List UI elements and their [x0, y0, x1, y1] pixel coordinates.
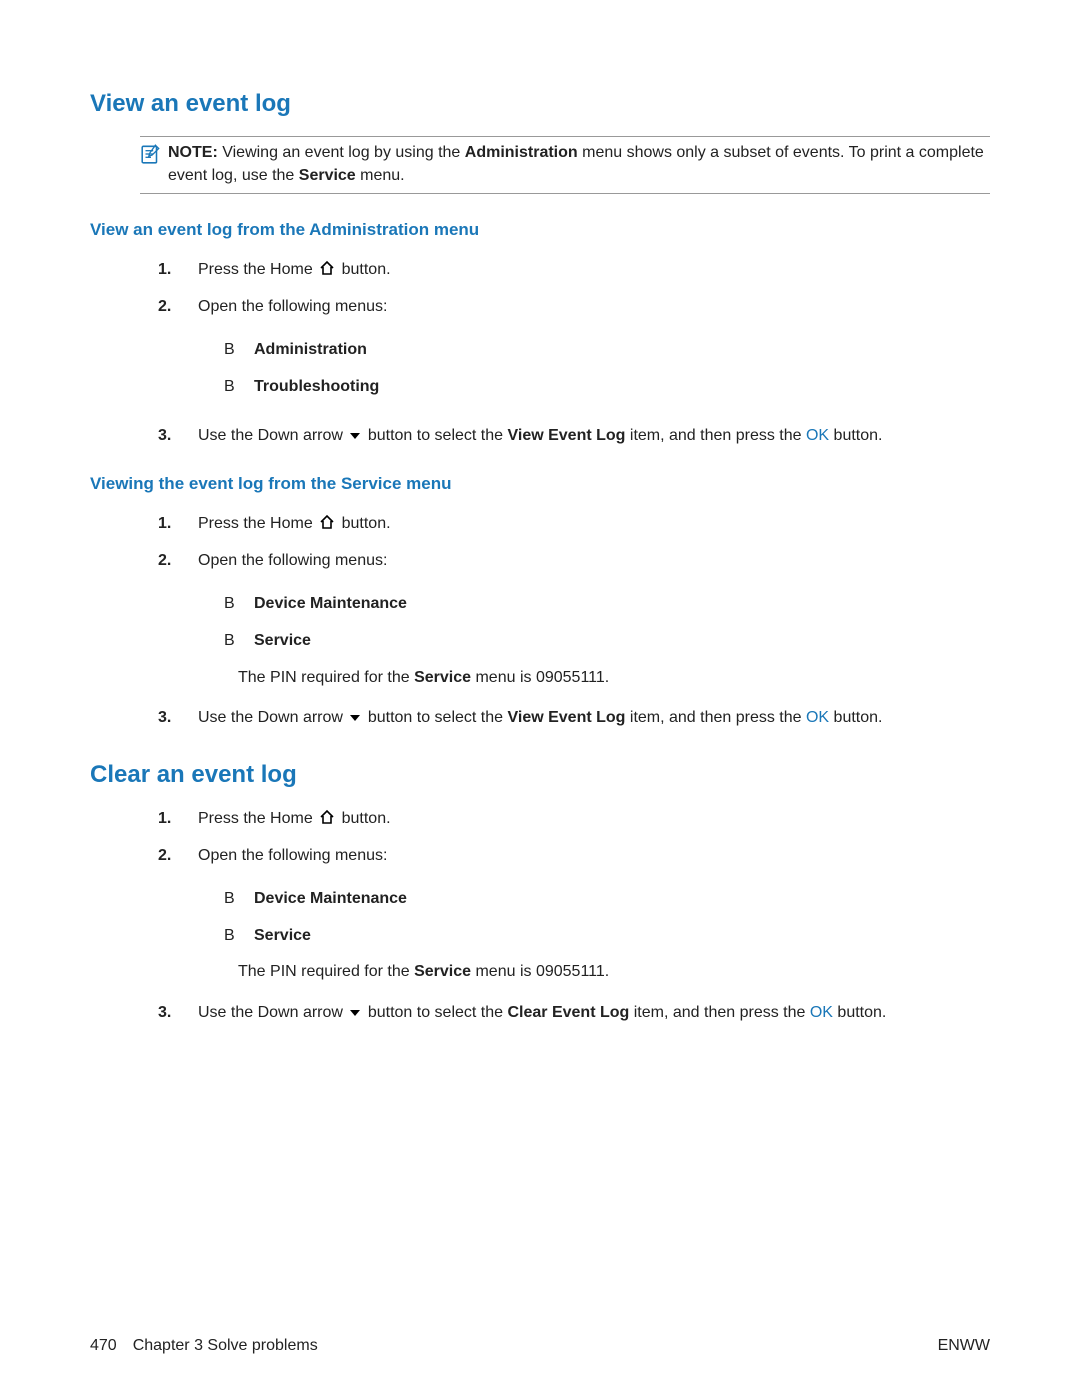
list-item: 1. Press the Home button.	[158, 258, 990, 283]
note-text: NOTE: Viewing an event log by using the …	[168, 141, 990, 187]
list-item: 1. Press the Home button.	[158, 807, 990, 832]
steps-service: 1. Press the Home button. 2. Open the fo…	[158, 512, 990, 731]
note-box: NOTE: Viewing an event log by using the …	[140, 136, 990, 194]
document-page: View an event log NOTE: Viewing an event…	[0, 0, 1080, 1397]
note-icon	[140, 143, 162, 172]
list-item: 3. Use the Down arrow button to select t…	[158, 424, 990, 449]
chapter-label: Chapter 3 Solve problems	[133, 1337, 318, 1355]
page-footer: 470 Chapter 3 Solve problems ENWW	[90, 1337, 990, 1355]
page-number: 470	[90, 1337, 117, 1355]
subheading-admin-menu: View an event log from the Administratio…	[90, 220, 990, 240]
subheading-service-menu: Viewing the event log from the Service m…	[90, 474, 990, 494]
down-arrow-icon	[349, 430, 361, 442]
home-icon	[319, 260, 335, 276]
down-arrow-icon	[349, 712, 361, 724]
list-item: 3. Use the Down arrow button to select t…	[158, 1001, 990, 1026]
heading-view-event-log: View an event log	[90, 90, 990, 118]
pin-text: The PIN required for the Service menu is…	[238, 666, 990, 691]
home-icon	[319, 514, 335, 530]
footer-right: ENWW	[938, 1337, 990, 1355]
list-item: 1. Press the Home button.	[158, 512, 990, 537]
list-item: 3. Use the Down arrow button to select t…	[158, 706, 990, 731]
list-item: 2. Open the following menus: BAdministra…	[158, 295, 990, 411]
list-item: 2. Open the following menus: BDevice Mai…	[158, 844, 990, 989]
submenu-list: BAdministration BTroubleshooting	[224, 338, 990, 400]
submenu-list: BDevice Maintenance BService	[224, 887, 990, 949]
heading-clear-event-log: Clear an event log	[90, 761, 990, 789]
pin-text: The PIN required for the Service menu is…	[238, 960, 990, 985]
steps-admin: 1. Press the Home button. 2. Open the fo…	[158, 258, 990, 448]
down-arrow-icon	[349, 1007, 361, 1019]
submenu-list: BDevice Maintenance BService	[224, 592, 990, 654]
home-icon	[319, 809, 335, 825]
list-item: 2. Open the following menus: BDevice Mai…	[158, 549, 990, 694]
steps-clear: 1. Press the Home button. 2. Open the fo…	[158, 807, 990, 1026]
